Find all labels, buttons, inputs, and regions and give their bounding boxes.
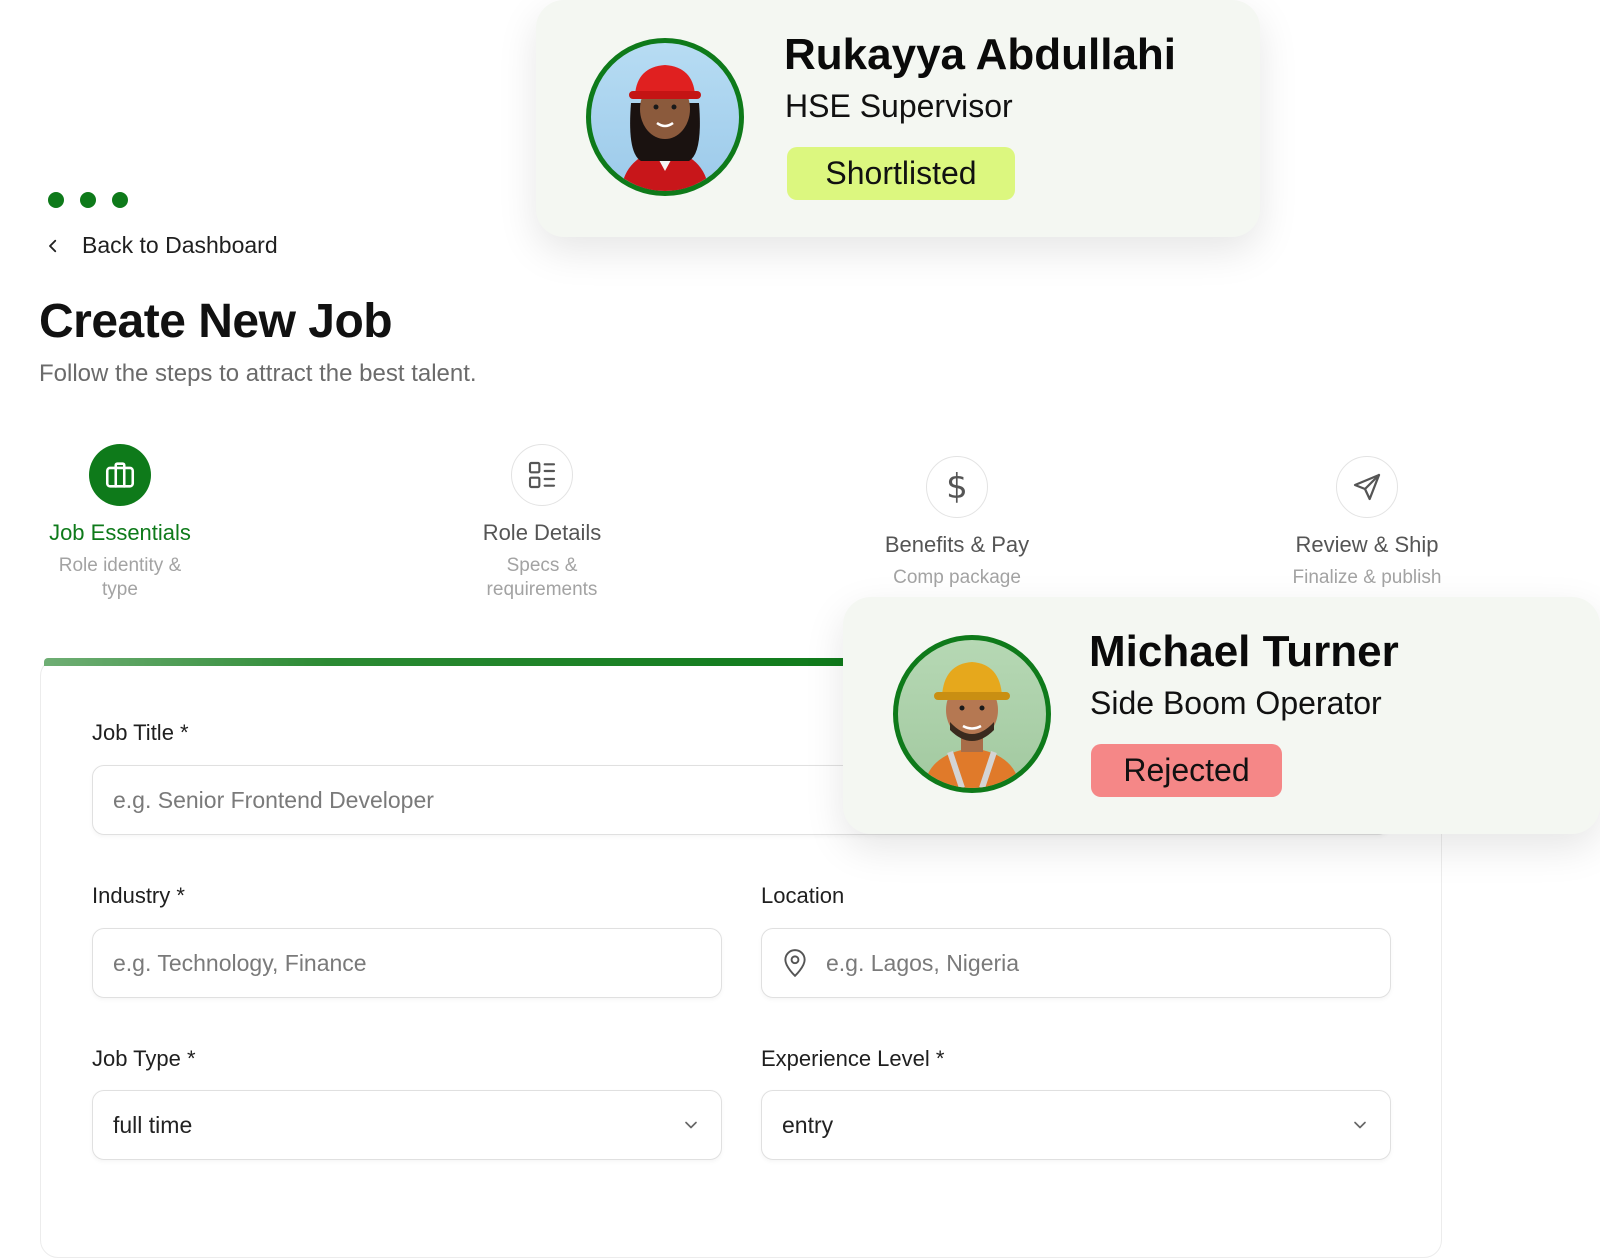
location-placeholder: e.g. Lagos, Nigeria: [826, 949, 1020, 976]
candidate-card-rukayya: Rukayya Abdullahi HSE Supervisor Shortli…: [536, 0, 1260, 237]
candidate-card-michael: Michael Turner Side Boom Operator Reject…: [843, 597, 1600, 834]
industry-input[interactable]: e.g. Technology, Finance: [92, 928, 722, 998]
status-badge: Rejected: [1091, 744, 1282, 797]
experience-level-value: entry: [782, 1111, 834, 1138]
experience-level-label: Experience Level *: [761, 1046, 945, 1071]
step-job-essentials[interactable]: Job Essentials Role identity & type: [10, 444, 230, 602]
form-progress-bar: [44, 658, 864, 666]
step-role-details[interactable]: Role Details Specs & requirements: [432, 444, 652, 602]
job-title-placeholder: e.g. Senior Frontend Developer: [113, 786, 434, 813]
page-title: Create New Job: [39, 295, 393, 348]
job-title-label: Job Title *: [92, 720, 189, 745]
step-icon-circle: [1336, 456, 1398, 518]
chevron-down-icon: [1354, 1121, 1366, 1129]
chevron-left-icon: [49, 239, 57, 252]
chevron-down-icon: [685, 1121, 697, 1129]
step-sub: Finalize & publish: [1292, 567, 1442, 588]
candidate-role: Side Boom Operator: [1090, 685, 1382, 721]
page-subtitle: Follow the steps to attract the best tal…: [39, 360, 477, 387]
dot-1: [48, 192, 64, 208]
window-dots: [48, 192, 128, 208]
avatar: [893, 635, 1051, 793]
step-icon-circle: [89, 444, 151, 506]
step-sub: Specs & requirements: [486, 555, 598, 600]
job-type-value: full time: [113, 1111, 193, 1138]
step-label: Benefits & Pay: [884, 532, 1030, 557]
industry-label: Industry *: [92, 883, 185, 908]
briefcase-icon: [105, 462, 135, 488]
status-badge: Shortlisted: [787, 147, 1015, 200]
back-to-dashboard-link[interactable]: Back to Dashboard: [44, 232, 278, 259]
location-label: Location: [761, 883, 845, 908]
dot-3: [112, 192, 128, 208]
step-sub: Role identity & type: [58, 555, 182, 600]
back-label: Back to Dashboard: [82, 232, 278, 258]
step-sub: Comp package: [893, 567, 1021, 588]
step-label: Role Details: [482, 520, 602, 545]
step-icon-circle: $: [926, 456, 988, 518]
map-pin-icon: [784, 949, 806, 978]
list-icon: [528, 461, 556, 489]
step-benefits-pay[interactable]: $ Benefits & Pay Comp package: [847, 456, 1067, 590]
step-review-ship[interactable]: Review & Ship Finalize & publish: [1257, 456, 1477, 590]
send-icon: [1353, 473, 1381, 501]
job-type-label: Job Type *: [92, 1046, 196, 1071]
job-type-select[interactable]: full time: [92, 1090, 722, 1160]
experience-level-select[interactable]: entry: [761, 1090, 1391, 1160]
avatar: [586, 38, 744, 196]
dollar-icon: $: [946, 467, 968, 507]
dot-2: [80, 192, 96, 208]
candidate-name: Michael Turner: [1089, 627, 1399, 676]
industry-placeholder: e.g. Technology, Finance: [113, 949, 367, 976]
step-label: Job Essentials: [49, 520, 191, 545]
candidate-name: Rukayya Abdullahi: [784, 30, 1177, 79]
candidate-photo-male-hardhat: [924, 662, 1020, 788]
location-input[interactable]: e.g. Lagos, Nigeria: [761, 928, 1391, 998]
candidate-role: HSE Supervisor: [785, 88, 1013, 124]
candidate-photo-female-hardhat: [621, 65, 709, 191]
step-label: Review & Ship: [1295, 532, 1439, 557]
step-icon-circle: [511, 444, 573, 506]
